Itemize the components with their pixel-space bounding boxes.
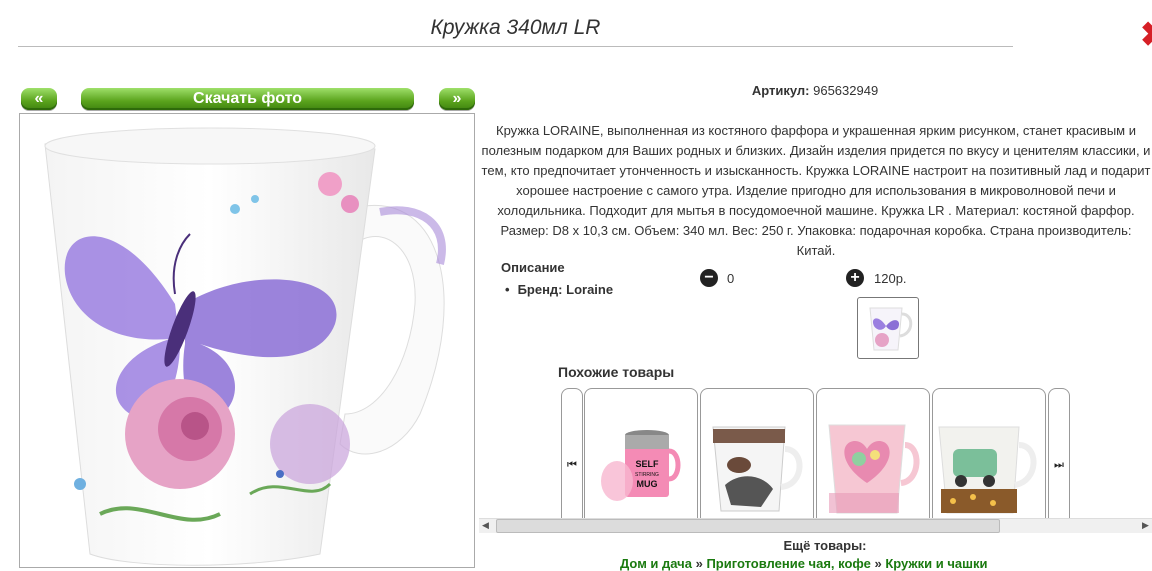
similar-product-card[interactable] [932,388,1046,521]
download-photo-button[interactable]: Скачать фото [81,88,414,110]
similar-product-card[interactable] [700,388,814,521]
thumbnail-mug-image [869,307,913,351]
fashion-mug-image [712,426,803,512]
article-label: Артикул: [751,83,810,98]
carousel-prev-button[interactable]: ⏮ [561,388,583,521]
minus-icon[interactable]: − [700,269,718,287]
car-mug-image [938,426,1037,514]
skip-back-icon: ⏮ [567,459,577,471]
page-title: Кружка 340мл LR [430,16,601,39]
similar-product-card[interactable]: SELF STIRRING MUG [584,388,698,521]
self-stirring-mug-image: SELF STIRRING MUG [601,430,681,501]
prev-photo-button[interactable]: « [21,88,57,110]
breadcrumb-separator: » [874,556,882,571]
price-value: 120р. [874,271,907,286]
product-description: Кружка LORAINE, выполненная из костяного… [481,123,1151,258]
breadcrumb-separator: » [695,556,703,571]
svg-text:MUG: MUG [637,479,658,489]
scroll-right-icon[interactable]: ▶ [1142,520,1149,531]
heart-mug-image [828,424,920,514]
close-icon[interactable]: ✖ [1140,18,1152,52]
more-products-heading: Ещё товары: [783,538,867,553]
similar-product-card[interactable] [816,388,930,521]
article-number: Артикул: 965632949 [690,83,940,98]
skip-forward-icon: ⏭ [1054,459,1064,471]
breadcrumb: Дом и дача » Приготовление чая, кофе » К… [620,556,987,571]
breadcrumb-link[interactable]: Кружки и чашки [885,556,987,571]
plus-icon[interactable]: + [846,269,864,287]
svg-text:STIRRING: STIRRING [635,472,659,478]
breadcrumb-link[interactable]: Дом и дача [620,556,692,571]
article-value: 965632949 [813,83,879,98]
product-thumbnail[interactable] [857,297,919,359]
similar-products-heading: Похожие товары [558,364,675,380]
carousel-next-button[interactable]: ⏭ [1048,388,1070,521]
next-photo-button[interactable]: » [439,88,475,110]
title-divider [18,46,1013,47]
scroll-left-icon[interactable]: ◀ [482,520,489,531]
breadcrumb-link[interactable]: Приготовление чая, кофе [706,556,870,571]
product-photo [19,113,475,568]
svg-text:SELF: SELF [635,459,659,469]
scrollbar-thumb[interactable] [496,519,1000,533]
minus-value: 0 [727,271,735,286]
brand-spec: Бренд: Loraine [505,282,614,297]
mug-illustration [44,127,446,566]
specs-heading: Описание [501,260,565,275]
